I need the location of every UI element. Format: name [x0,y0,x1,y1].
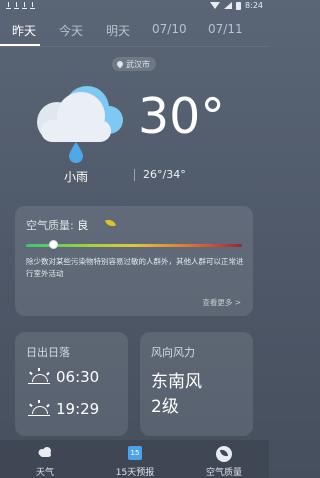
tab-date-0711[interactable]: 07/11 [208,22,243,36]
notification-icons [6,2,35,9]
range-divider [134,169,135,181]
status-bar: 8:24 [0,0,269,14]
location-chip[interactable]: 武汉市 [112,57,156,71]
tab-today[interactable]: 今天 [59,22,83,39]
tab-date-0710[interactable]: 07/10 [152,22,187,36]
current-temperature: 30° [138,88,225,145]
air-quality-description: 除少数对某些污染物特别容易过敏的人群外，其他人群可以正常进行室外活动 [26,257,244,278]
air-quality-title: 空气质量: 良 [26,219,89,232]
download-icon [22,2,27,9]
view-more-link[interactable]: 查看更多 > [202,297,241,308]
sun-card-title: 日出日落 [26,346,70,359]
tab-yesterday[interactable]: 昨天 [12,22,36,39]
day-tabs: 昨天 今天 明天 07/10 07/11 [0,14,269,46]
tabs-divider [0,46,269,47]
wind-info: 东南风 2级 [151,370,202,420]
calendar-icon: 15 [128,446,142,460]
bottom-nav: 天气 15 15天预报 空气质量 [0,440,269,478]
nav-weather-label: 天气 [35,468,54,478]
location-name: 武汉市 [126,59,150,69]
sun-card: 日出日落 06:30 19:29 [15,332,128,436]
wind-card: 风向风力 东南风 2级 [140,332,253,436]
signal-icon [224,2,233,9]
nav-15-day-forecast[interactable]: 15 15天预报 [90,440,180,478]
system-icons: 8:24 [210,1,263,10]
sunrise-row: 06:30 [28,368,99,386]
leaf-icon [104,217,117,229]
leaf-icon [216,446,232,462]
temperature-range: 26°/34° [143,168,186,181]
location-pin-icon [115,59,125,69]
air-quality-level: 良 [77,219,89,232]
weather-condition: 小雨 [64,170,89,184]
wind-card-title: 风向风力 [151,346,195,359]
sunrise-time: 06:30 [56,368,100,386]
sunrise-icon [28,368,50,384]
tab-tomorrow[interactable]: 明天 [106,22,130,39]
wind-level: 2级 [151,397,179,417]
sunset-row: 19:29 [28,400,99,418]
aqi-marker [48,240,58,249]
download-icon [6,2,11,9]
download-icon [14,2,19,9]
nav-air-quality[interactable]: 空气质量 [179,440,269,478]
wifi-icon [210,2,221,9]
cloud-icon [38,447,51,457]
sunset-time: 19:29 [56,400,100,418]
aqi-scale-bar [26,244,242,247]
battery-icon [236,1,242,10]
download-icon [30,2,35,9]
nav-forecast-label: 15天预报 [115,468,155,478]
nav-weather[interactable]: 天气 [0,440,90,478]
cloud-rain-icon [37,86,123,163]
sunset-icon [28,400,50,416]
air-quality-card[interactable]: 空气质量: 良 除少数对某些污染物特别容易过敏的人群外，其他人群可以正常进行室外… [15,206,253,316]
nav-air-quality-label: 空气质量 [205,468,242,478]
status-time: 8:24 [245,1,263,10]
wind-direction: 东南风 [151,372,202,392]
